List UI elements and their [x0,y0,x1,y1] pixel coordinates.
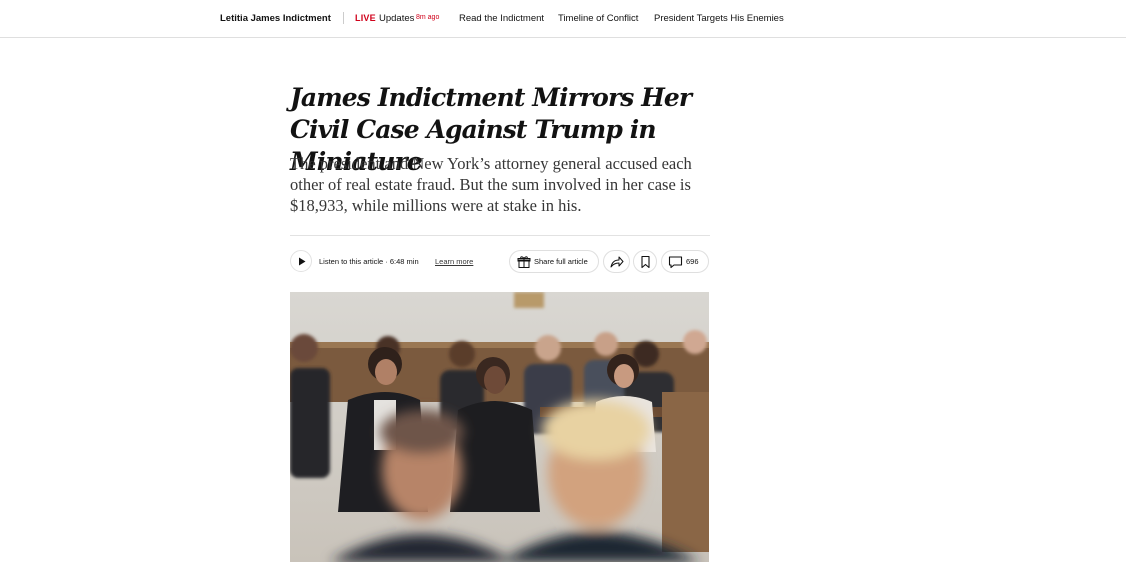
nav-link-timeline[interactable]: Timeline of Conflict [558,13,638,24]
live-badge[interactable]: LIVE [355,13,376,23]
nav-link-read-indictment[interactable]: Read the Indictment [459,13,544,24]
nav-link-president-targets[interactable]: President Targets His Enemies [654,13,784,24]
share-full-article-button[interactable]: Share full article [509,250,599,273]
top-nav-bar: Letitia James Indictment LIVE Updates 8m… [0,0,1126,38]
share-button-label: Share full article [534,257,588,266]
live-updates-link[interactable]: Updates [379,13,414,24]
divider [290,235,710,236]
lead-photo [290,292,709,562]
learn-more-link[interactable]: Learn more [435,257,473,266]
play-audio-button[interactable] [290,250,312,272]
share-button[interactable] [603,250,630,273]
nav-separator [343,12,344,24]
listen-label: Listen to this article · 6:48 min [319,257,419,266]
comments-button[interactable]: 696 [661,250,709,273]
comment-count: 696 [686,257,699,266]
nav-brand-link[interactable]: Letitia James Indictment [220,13,331,24]
article-summary: The president and New York’s attorney ge… [290,154,692,215]
updates-timestamp: 8m ago [416,14,440,21]
save-bookmark-button[interactable] [633,250,657,273]
